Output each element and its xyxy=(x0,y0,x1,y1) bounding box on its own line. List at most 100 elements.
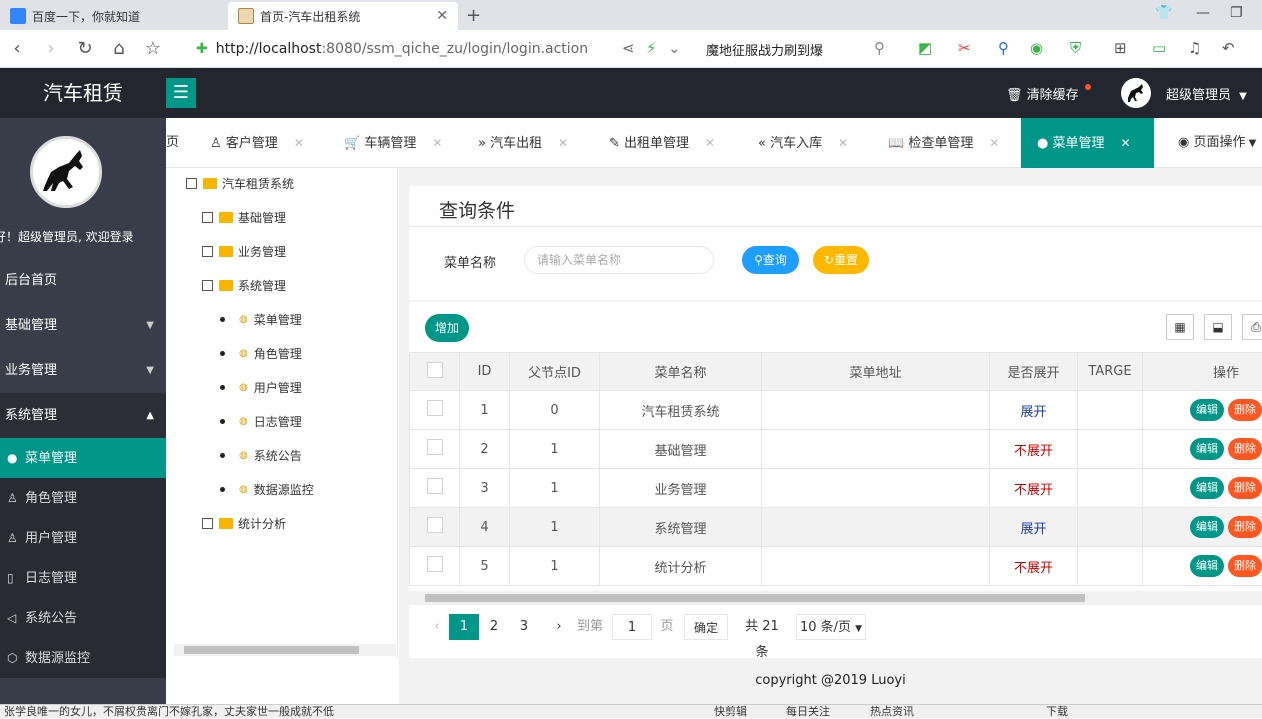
page-size-select[interactable]: 10 条/页 ▼ xyxy=(796,614,866,640)
browser-tab-baidu[interactable]: 百度一下，你就知道 xyxy=(0,2,225,30)
checkbox[interactable] xyxy=(427,478,443,494)
news-ticker[interactable]: 张学良唯一的女儿，不屑权贵离门不嫁孔家，丈夫家世一般成就不低 xyxy=(4,705,334,719)
status-item[interactable]: 热点资讯 xyxy=(870,705,914,719)
column-header[interactable]: 父节点ID xyxy=(510,353,600,391)
tab-home[interactable]: 页 xyxy=(166,118,179,168)
admin-menu[interactable]: 超级管理员 ▼ xyxy=(1166,84,1247,103)
column-header[interactable]: 菜单名称 xyxy=(600,353,762,391)
status-item[interactable]: 每日关注 xyxy=(786,705,830,719)
tab-rent[interactable]: » 汽车出租✕ xyxy=(478,118,568,168)
chevron-down-icon[interactable]: ⌄ xyxy=(668,39,681,57)
forward-icon[interactable]: › xyxy=(34,38,68,59)
checkbox[interactable] xyxy=(427,362,443,378)
tree-node-root[interactable]: 汽车租赁系统 xyxy=(186,175,294,192)
gamepad-icon[interactable]: ◉ xyxy=(1030,39,1043,57)
print-icon[interactable]: ⎙ xyxy=(1242,314,1262,340)
tree-leaf[interactable]: ◍ 数据源监控 xyxy=(220,481,314,498)
tree-node-group[interactable]: 统计分析 xyxy=(202,515,286,532)
close-icon[interactable]: ✕ xyxy=(294,136,304,150)
minimize-icon[interactable]: — xyxy=(1196,5,1210,21)
prev-page-icon[interactable]: ‹ xyxy=(427,614,447,640)
delete-button[interactable]: 删除 xyxy=(1228,399,1262,421)
home-icon[interactable]: ⌂ xyxy=(102,38,136,59)
edit-button[interactable]: 编辑 xyxy=(1190,516,1224,538)
table-scrollbar[interactable] xyxy=(409,591,1262,605)
tree-node-group[interactable]: 基础管理 xyxy=(202,209,286,226)
shirt-icon[interactable]: 👕 xyxy=(1155,5,1172,21)
browser-tab-active[interactable]: 首页-汽车出租系统 ✕ xyxy=(228,2,458,30)
sidebar-item-role-manage[interactable]: ♙角色管理 xyxy=(0,478,166,518)
share-icon[interactable]: ⋖ xyxy=(622,39,635,57)
tree-checkbox[interactable] xyxy=(202,518,213,529)
select-all-cell[interactable] xyxy=(410,353,460,391)
menu-toggle-icon[interactable]: ☰ xyxy=(166,78,196,108)
close-icon[interactable]: ✕ xyxy=(1121,136,1131,150)
delete-button[interactable]: 删除 xyxy=(1228,555,1262,577)
edit-button[interactable]: 编辑 xyxy=(1190,477,1224,499)
translate-icon[interactable]: ◩ xyxy=(918,39,932,57)
sidebar-item-notice[interactable]: ◁系统公告 xyxy=(0,598,166,638)
tab-menu-manage[interactable]: ● 菜单管理✕ xyxy=(1021,118,1154,168)
column-header[interactable]: 菜单地址 xyxy=(762,353,990,391)
columns-icon[interactable]: ▦ xyxy=(1166,314,1194,340)
restore-icon[interactable]: ❐ xyxy=(1230,5,1243,21)
scrollbar-thumb[interactable] xyxy=(425,594,1085,602)
close-icon[interactable]: ✕ xyxy=(558,136,568,150)
close-icon[interactable]: ✕ xyxy=(705,136,715,150)
sidebar-item-menu-manage[interactable]: ●菜单管理 xyxy=(0,438,166,478)
headphones-icon[interactable]: ♫ xyxy=(1188,39,1201,57)
checkbox[interactable] xyxy=(427,400,443,416)
tab-check-order[interactable]: 📖 检查单管理✕ xyxy=(888,118,999,168)
checkbox[interactable] xyxy=(427,439,443,455)
url-field[interactable]: ✚ http://localhost :8080/ssm_qiche_zu/lo… xyxy=(196,38,686,60)
sidebar-item-datasource[interactable]: ⬡数据源监控 xyxy=(0,638,166,678)
search-button[interactable]: ⚲查询 xyxy=(742,246,799,274)
lightning-icon[interactable]: ⚡ xyxy=(646,39,657,57)
star-icon[interactable]: ☆ xyxy=(136,38,170,59)
next-page-icon[interactable]: › xyxy=(549,614,569,640)
sidebar-item-business[interactable]: 业务管理 ▼ xyxy=(0,348,166,393)
delete-button[interactable]: 删除 xyxy=(1228,516,1262,538)
export-icon[interactable]: ⬓ xyxy=(1204,314,1232,340)
column-header[interactable]: 操作 xyxy=(1143,353,1262,391)
status-item[interactable]: 下载 xyxy=(1046,705,1068,719)
avatar[interactable] xyxy=(1121,78,1151,108)
checkbox[interactable] xyxy=(427,517,443,533)
menu-name-input[interactable]: 请输入菜单名称 xyxy=(524,246,714,274)
page-2-button[interactable]: 2 xyxy=(484,614,504,640)
new-tab-button[interactable]: + xyxy=(466,5,481,26)
sidebar-item-home[interactable]: 后台首页 xyxy=(0,258,166,303)
goto-page-input[interactable]: 1 xyxy=(612,614,652,640)
app-logo[interactable]: 汽车租赁 xyxy=(0,68,166,118)
tab-rent-order[interactable]: ✎ 出租单管理✕ xyxy=(609,118,715,168)
column-header[interactable]: TARGE xyxy=(1078,353,1143,391)
tree-leaf[interactable]: ◍ 菜单管理 xyxy=(220,311,302,328)
page-1-button[interactable]: 1 xyxy=(449,614,479,640)
tree-leaf[interactable]: ◍ 用户管理 xyxy=(220,379,302,396)
tab-vehicle[interactable]: 🛒 车辆管理✕ xyxy=(344,118,442,168)
tree-node-group[interactable]: 系统管理 xyxy=(202,277,286,294)
tab-car-return[interactable]: « 汽车入库✕ xyxy=(758,118,848,168)
status-item[interactable]: 快剪辑 xyxy=(714,705,747,719)
reset-button[interactable]: ↻重置 xyxy=(813,246,869,274)
grid-icon[interactable]: ⊞ xyxy=(1114,39,1127,57)
close-icon[interactable]: ✕ xyxy=(432,136,442,150)
hot-search-text[interactable]: 魔地征服战力刷到爆 xyxy=(706,40,823,59)
tree-leaf[interactable]: ◍ 日志管理 xyxy=(220,413,302,430)
delete-button[interactable]: 删除 xyxy=(1228,477,1262,499)
column-header[interactable]: ID xyxy=(460,353,510,391)
add-button[interactable]: 增加 xyxy=(425,314,469,342)
scissors-icon[interactable]: ✂ xyxy=(958,39,971,57)
clear-cache-button[interactable]: 🗑 清除缓存 xyxy=(1006,84,1091,103)
delete-button[interactable]: 删除 xyxy=(1228,438,1262,460)
checkbox[interactable] xyxy=(427,556,443,572)
tree-leaf[interactable]: ◍ 系统公告 xyxy=(220,447,302,464)
column-header[interactable]: 是否展开 xyxy=(990,353,1078,391)
sidebar-item-log-manage[interactable]: ▯日志管理 xyxy=(0,558,166,598)
tree-checkbox[interactable] xyxy=(186,178,197,189)
back-icon[interactable]: ‹ xyxy=(0,38,34,59)
close-tab-icon[interactable]: ✕ xyxy=(436,8,448,24)
tree-node-group[interactable]: 业务管理 xyxy=(202,243,286,260)
goto-confirm-button[interactable]: 确定 xyxy=(684,614,728,640)
tree-scrollbar[interactable] xyxy=(174,644,396,656)
